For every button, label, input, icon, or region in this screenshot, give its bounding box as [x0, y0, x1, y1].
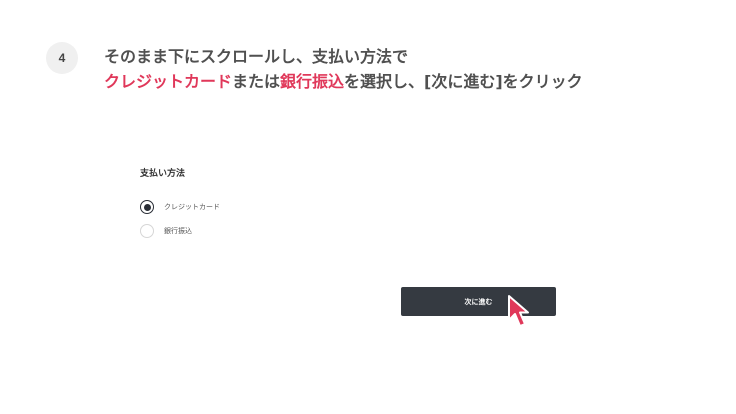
instruction-text: そのまま下にスクロールし、支払い方法で クレジットカードまたは銀行振込を選択し、…: [104, 44, 724, 94]
radio-bank-transfer[interactable]: [140, 224, 154, 238]
instruction-line-2-end: を選択し、[次に進む]をクリック: [344, 72, 583, 91]
step-number: 4: [58, 51, 66, 65]
step-number-badge: 4: [46, 42, 78, 74]
payment-option-credit-card[interactable]: クレジットカード: [140, 199, 220, 215]
payment-method-heading: 支払い方法: [140, 169, 186, 179]
radio-selected-dot: [143, 203, 151, 211]
payment-option-label: 銀行振込: [164, 227, 192, 235]
instruction-highlight-bank-transfer: 銀行振込: [280, 72, 345, 91]
instruction-connector: または: [232, 72, 281, 91]
radio-credit-card[interactable]: [140, 200, 154, 214]
payment-option-bank-transfer[interactable]: 銀行振込: [140, 223, 192, 239]
instruction-highlight-credit-card: クレジットカード: [104, 72, 233, 91]
payment-option-label: クレジットカード: [164, 203, 220, 211]
instruction-line-1: そのまま下にスクロールし、支払い方法で: [104, 47, 409, 66]
instruction-line-2: クレジットカードまたは銀行振込を選択し、[次に進む]をクリック: [104, 69, 724, 94]
mouse-pointer-icon: [508, 295, 529, 327]
